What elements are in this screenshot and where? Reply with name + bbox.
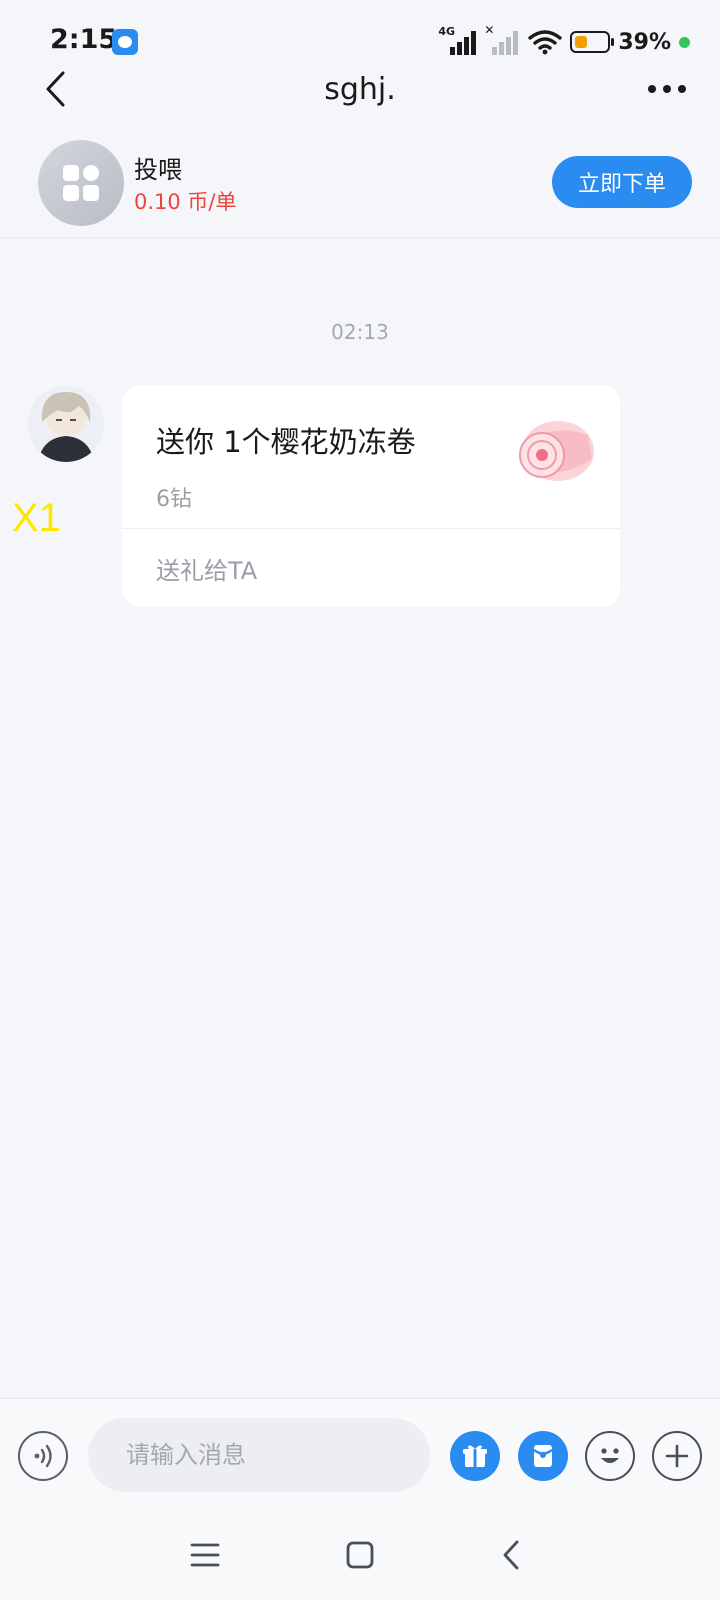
emoji-button[interactable] <box>585 1431 635 1481</box>
chat-header: sghj. <box>0 60 720 120</box>
apps-grid-icon <box>63 165 99 201</box>
order-now-button[interactable]: 立即下单 <box>552 156 692 208</box>
cellular-signal-icon: 4G <box>438 25 477 55</box>
gift-divider <box>122 528 620 529</box>
more-dots-icon <box>648 85 686 93</box>
plus-icon <box>665 1444 689 1468</box>
red-packet-button[interactable] <box>518 1431 568 1481</box>
back-triangle-icon <box>503 1540 519 1570</box>
user-avatar-image <box>28 386 104 462</box>
red-packet-icon <box>533 1445 553 1467</box>
voice-icon <box>34 1444 52 1468</box>
service-banner: 投喂 0.10 币/单 立即下单 <box>0 130 720 238</box>
overlay-label: X1 <box>12 496 61 540</box>
message-timestamp: 02:13 <box>331 320 389 344</box>
battery-fill <box>575 36 588 48</box>
cake-roll-icon <box>519 421 594 481</box>
gift-price: 6钻 <box>156 487 192 512</box>
status-indicators: 4G ✕ 39% <box>438 23 690 56</box>
service-name: 投喂 <box>134 156 182 184</box>
message-input-bar <box>0 1398 720 1510</box>
gift-button[interactable] <box>450 1431 500 1481</box>
battery-icon <box>570 31 615 53</box>
more-options-button[interactable] <box>642 64 692 114</box>
recents-button[interactable] <box>180 1530 230 1580</box>
gift-message-card[interactable]: 送你 1个樱花奶冻卷 6钻 送礼给TA <box>122 385 620 607</box>
status-time: 2:15 <box>50 24 118 55</box>
avatar[interactable] <box>28 386 104 462</box>
more-actions-button[interactable] <box>652 1431 702 1481</box>
system-nav-bar <box>0 1510 720 1600</box>
system-back-button[interactable] <box>486 1530 536 1580</box>
service-price: 0.10 币/单 <box>134 190 237 214</box>
emoji-icon <box>601 1448 619 1463</box>
home-button[interactable] <box>335 1530 385 1580</box>
battery-percent: 39% <box>618 29 671 55</box>
app-notification-icon <box>112 29 138 55</box>
gift-title: 送你 1个樱花奶冻卷 <box>156 425 416 459</box>
gift-icon <box>463 1445 487 1467</box>
home-square-icon <box>346 1541 374 1569</box>
network-type-label: 4G <box>438 25 456 38</box>
wifi-icon <box>528 30 563 55</box>
send-gift-link[interactable]: 送礼给TA <box>156 551 257 586</box>
message-input[interactable] <box>88 1418 430 1492</box>
menu-icon <box>190 1543 220 1567</box>
page-title: sghj. <box>324 72 396 107</box>
privacy-indicator-dot <box>679 36 690 48</box>
service-avatar <box>38 140 124 226</box>
cellular-signal-2-icon: ✕ <box>484 23 520 55</box>
voice-button[interactable] <box>18 1431 68 1481</box>
